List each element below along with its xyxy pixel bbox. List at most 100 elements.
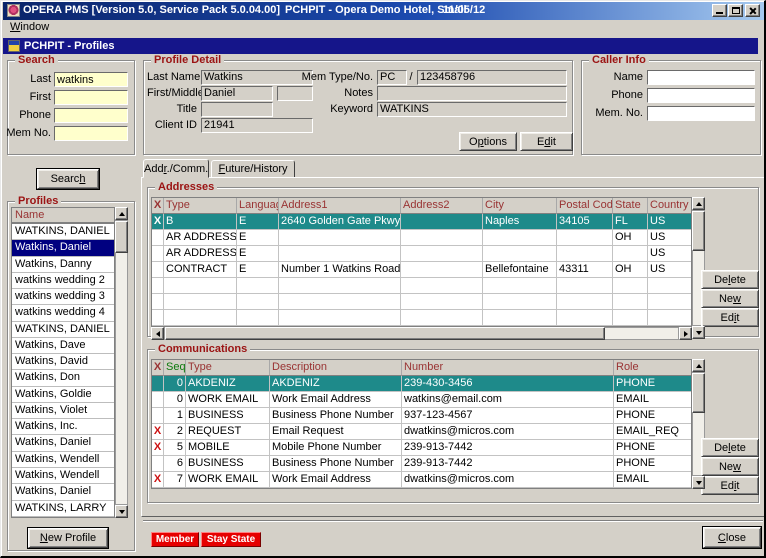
maximize-icon bbox=[732, 7, 740, 14]
table-row[interactable]: AR ADDRESSEOHUS bbox=[152, 230, 691, 246]
member-indicator-button[interactable]: Member bbox=[151, 532, 199, 547]
arrow-down-icon bbox=[696, 481, 702, 485]
addresses-edit-button[interactable]: Edit bbox=[701, 308, 759, 327]
communications-delete-button[interactable]: Delete bbox=[701, 438, 759, 457]
cell-desc: Business Phone Number bbox=[270, 408, 402, 424]
empty-row[interactable] bbox=[152, 278, 691, 294]
profile-list-item[interactable]: Watkins, Daniel bbox=[12, 240, 114, 256]
cell-desc: Work Email Address bbox=[270, 472, 402, 488]
profile-list-item[interactable]: watkins wedding 2 bbox=[12, 273, 114, 289]
profile-list-item[interactable]: watkins wedding 3 bbox=[12, 289, 114, 305]
empty-row[interactable] bbox=[152, 294, 691, 310]
cell-address1 bbox=[279, 246, 401, 262]
cell-empty bbox=[237, 294, 279, 310]
profile-list-item[interactable]: Watkins, Goldie bbox=[12, 387, 114, 403]
tab-addr-comm[interactable]: Addr./Comm. bbox=[143, 159, 209, 178]
profiles-scrollbar-track[interactable] bbox=[115, 220, 128, 505]
menu-bar: Window bbox=[3, 20, 765, 36]
cell-address1 bbox=[279, 230, 401, 246]
table-row[interactable]: 6BUSINESSBusiness Phone Number239-913-74… bbox=[152, 456, 691, 472]
keyword-field[interactable]: WATKINS bbox=[377, 102, 567, 117]
search-last-input[interactable] bbox=[54, 72, 128, 87]
tab-future-history[interactable]: Future/History bbox=[211, 160, 295, 178]
profile-list-item[interactable]: WATKINS, DANIEL bbox=[12, 224, 114, 240]
communications-scroll-down-button[interactable] bbox=[692, 476, 705, 489]
notes-field[interactable] bbox=[377, 86, 567, 101]
first-name-field[interactable]: Daniel bbox=[201, 86, 273, 101]
addresses-vscrollbar-thumb[interactable] bbox=[692, 211, 705, 251]
profiles-scroll-down-button[interactable] bbox=[115, 505, 128, 518]
profile-list-item[interactable]: Watkins, David bbox=[12, 354, 114, 370]
profile-list-item[interactable]: WATKINS, LARRY bbox=[12, 501, 114, 517]
profile-list-item[interactable]: Watkins, Inc. bbox=[12, 419, 114, 435]
table-row[interactable]: CONTRACTENumber 1 Watkins RoadBellefonta… bbox=[152, 262, 691, 278]
communications-vscrollbar-thumb[interactable] bbox=[692, 373, 705, 413]
cell-number: dwatkins@micros.com bbox=[402, 424, 614, 440]
menu-window[interactable]: Window bbox=[10, 21, 49, 33]
options-button[interactable]: Options bbox=[459, 132, 517, 151]
addresses-delete-button[interactable]: Delete bbox=[701, 270, 759, 289]
cell-type: WORK EMAIL bbox=[186, 472, 270, 488]
close-window-button[interactable] bbox=[745, 4, 760, 17]
profiles-scrollbar-thumb[interactable] bbox=[115, 221, 128, 253]
communications-scroll-up-button[interactable] bbox=[692, 359, 705, 372]
addresses-new-button[interactable]: New bbox=[701, 289, 759, 308]
title-field[interactable] bbox=[201, 102, 273, 117]
notes-label: Notes bbox=[301, 86, 373, 101]
addresses-scroll-up-button[interactable] bbox=[692, 197, 705, 210]
maximize-button[interactable] bbox=[728, 4, 743, 17]
search-first-input[interactable] bbox=[54, 90, 128, 105]
profile-list-item[interactable]: Watkins, Daniel bbox=[12, 484, 114, 500]
profile-list-item[interactable]: watkins wedding 4 bbox=[12, 305, 114, 321]
profile-list-item[interactable]: Watkins, Wendell bbox=[12, 468, 114, 484]
mem-no-label: Mem No. bbox=[3, 126, 51, 141]
addresses-hscrollbar-thumb[interactable] bbox=[165, 327, 605, 340]
profile-list-item[interactable]: Watkins, Danny bbox=[12, 257, 114, 273]
profile-list-item[interactable]: Watkins, Violet bbox=[12, 403, 114, 419]
communications-edit-button[interactable]: Edit bbox=[701, 476, 759, 495]
search-button[interactable]: Search bbox=[37, 169, 99, 189]
mem-no-field[interactable]: 123458796 bbox=[417, 70, 567, 85]
column-header-state: State bbox=[613, 198, 648, 214]
caller-phone-input[interactable] bbox=[647, 88, 755, 103]
table-row[interactable]: XBE2640 Golden Gate Pkwy Ste 2Naples3410… bbox=[152, 214, 691, 230]
table-row[interactable]: 0AKDENIZAKDENIZ239-430-3456PHONE bbox=[152, 376, 691, 392]
search-phone-input[interactable] bbox=[54, 108, 128, 123]
new-profile-button[interactable]: New Profile bbox=[28, 528, 108, 548]
addresses-scroll-down-button[interactable] bbox=[692, 326, 705, 339]
profile-list-item[interactable]: Watkins, Daniel bbox=[12, 435, 114, 451]
caller-name-input[interactable] bbox=[647, 70, 755, 85]
edit-profile-button[interactable]: Edit bbox=[520, 132, 573, 151]
close-button[interactable]: Close bbox=[703, 527, 761, 548]
profile-list-item[interactable]: Watkins, Dave bbox=[12, 338, 114, 354]
addresses-scroll-left-button[interactable] bbox=[151, 327, 164, 340]
cell-empty bbox=[401, 310, 483, 326]
table-row[interactable]: X2REQUESTEmail Requestdwatkins@micros.co… bbox=[152, 424, 691, 440]
empty-row[interactable] bbox=[152, 310, 691, 326]
profile-list-item[interactable]: Watkins, Wendell bbox=[12, 452, 114, 468]
table-row[interactable]: AR ADDRESSEUS bbox=[152, 246, 691, 262]
client-id-field[interactable]: 21941 bbox=[201, 118, 313, 133]
table-row[interactable]: X7WORK EMAILWork Email Addressdwatkins@m… bbox=[152, 472, 691, 488]
cell-empty bbox=[648, 278, 692, 294]
stay-state-indicator-button[interactable]: Stay State bbox=[201, 532, 261, 547]
minimize-button[interactable] bbox=[712, 4, 727, 17]
communications-new-button[interactable]: New bbox=[701, 457, 759, 476]
cell-role: PHONE bbox=[614, 440, 692, 456]
minimize-icon bbox=[716, 12, 723, 14]
search-memno-input[interactable] bbox=[54, 126, 128, 141]
last-name-field[interactable]: Watkins bbox=[201, 70, 313, 85]
cell-type: MOBILE bbox=[186, 440, 270, 456]
table-row[interactable]: 1BUSINESSBusiness Phone Number937-123-45… bbox=[152, 408, 691, 424]
footer-separator bbox=[143, 520, 763, 522]
column-header-desc: Description bbox=[270, 360, 402, 376]
table-row[interactable]: 0WORK EMAILWork Email Addresswatkins@ema… bbox=[152, 392, 691, 408]
table-row[interactable]: X5MOBILEMobile Phone Number239-913-7442P… bbox=[152, 440, 691, 456]
caller-memno-input[interactable] bbox=[647, 106, 755, 121]
profiles-scroll-up-button[interactable] bbox=[115, 207, 128, 220]
cell-empty bbox=[237, 278, 279, 294]
mem-type-field[interactable]: PC bbox=[377, 70, 407, 85]
profile-list-item[interactable]: Watkins, Don bbox=[12, 370, 114, 386]
profile-list-item[interactable]: WATKINS, DANIEL bbox=[12, 322, 114, 338]
addresses-scroll-right-button[interactable] bbox=[679, 327, 692, 340]
